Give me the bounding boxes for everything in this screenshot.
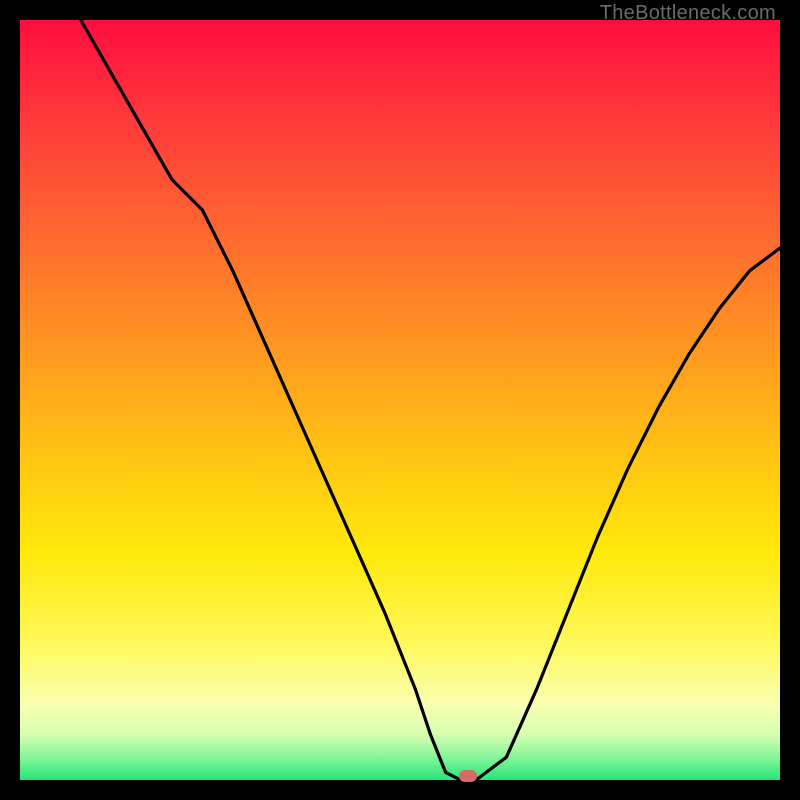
bottleneck-curve (20, 20, 780, 780)
chart-stage: TheBottleneck.com (0, 0, 800, 800)
optimal-point-marker (459, 770, 477, 782)
watermark-text: TheBottleneck.com (600, 2, 776, 25)
plot-area (20, 20, 780, 780)
